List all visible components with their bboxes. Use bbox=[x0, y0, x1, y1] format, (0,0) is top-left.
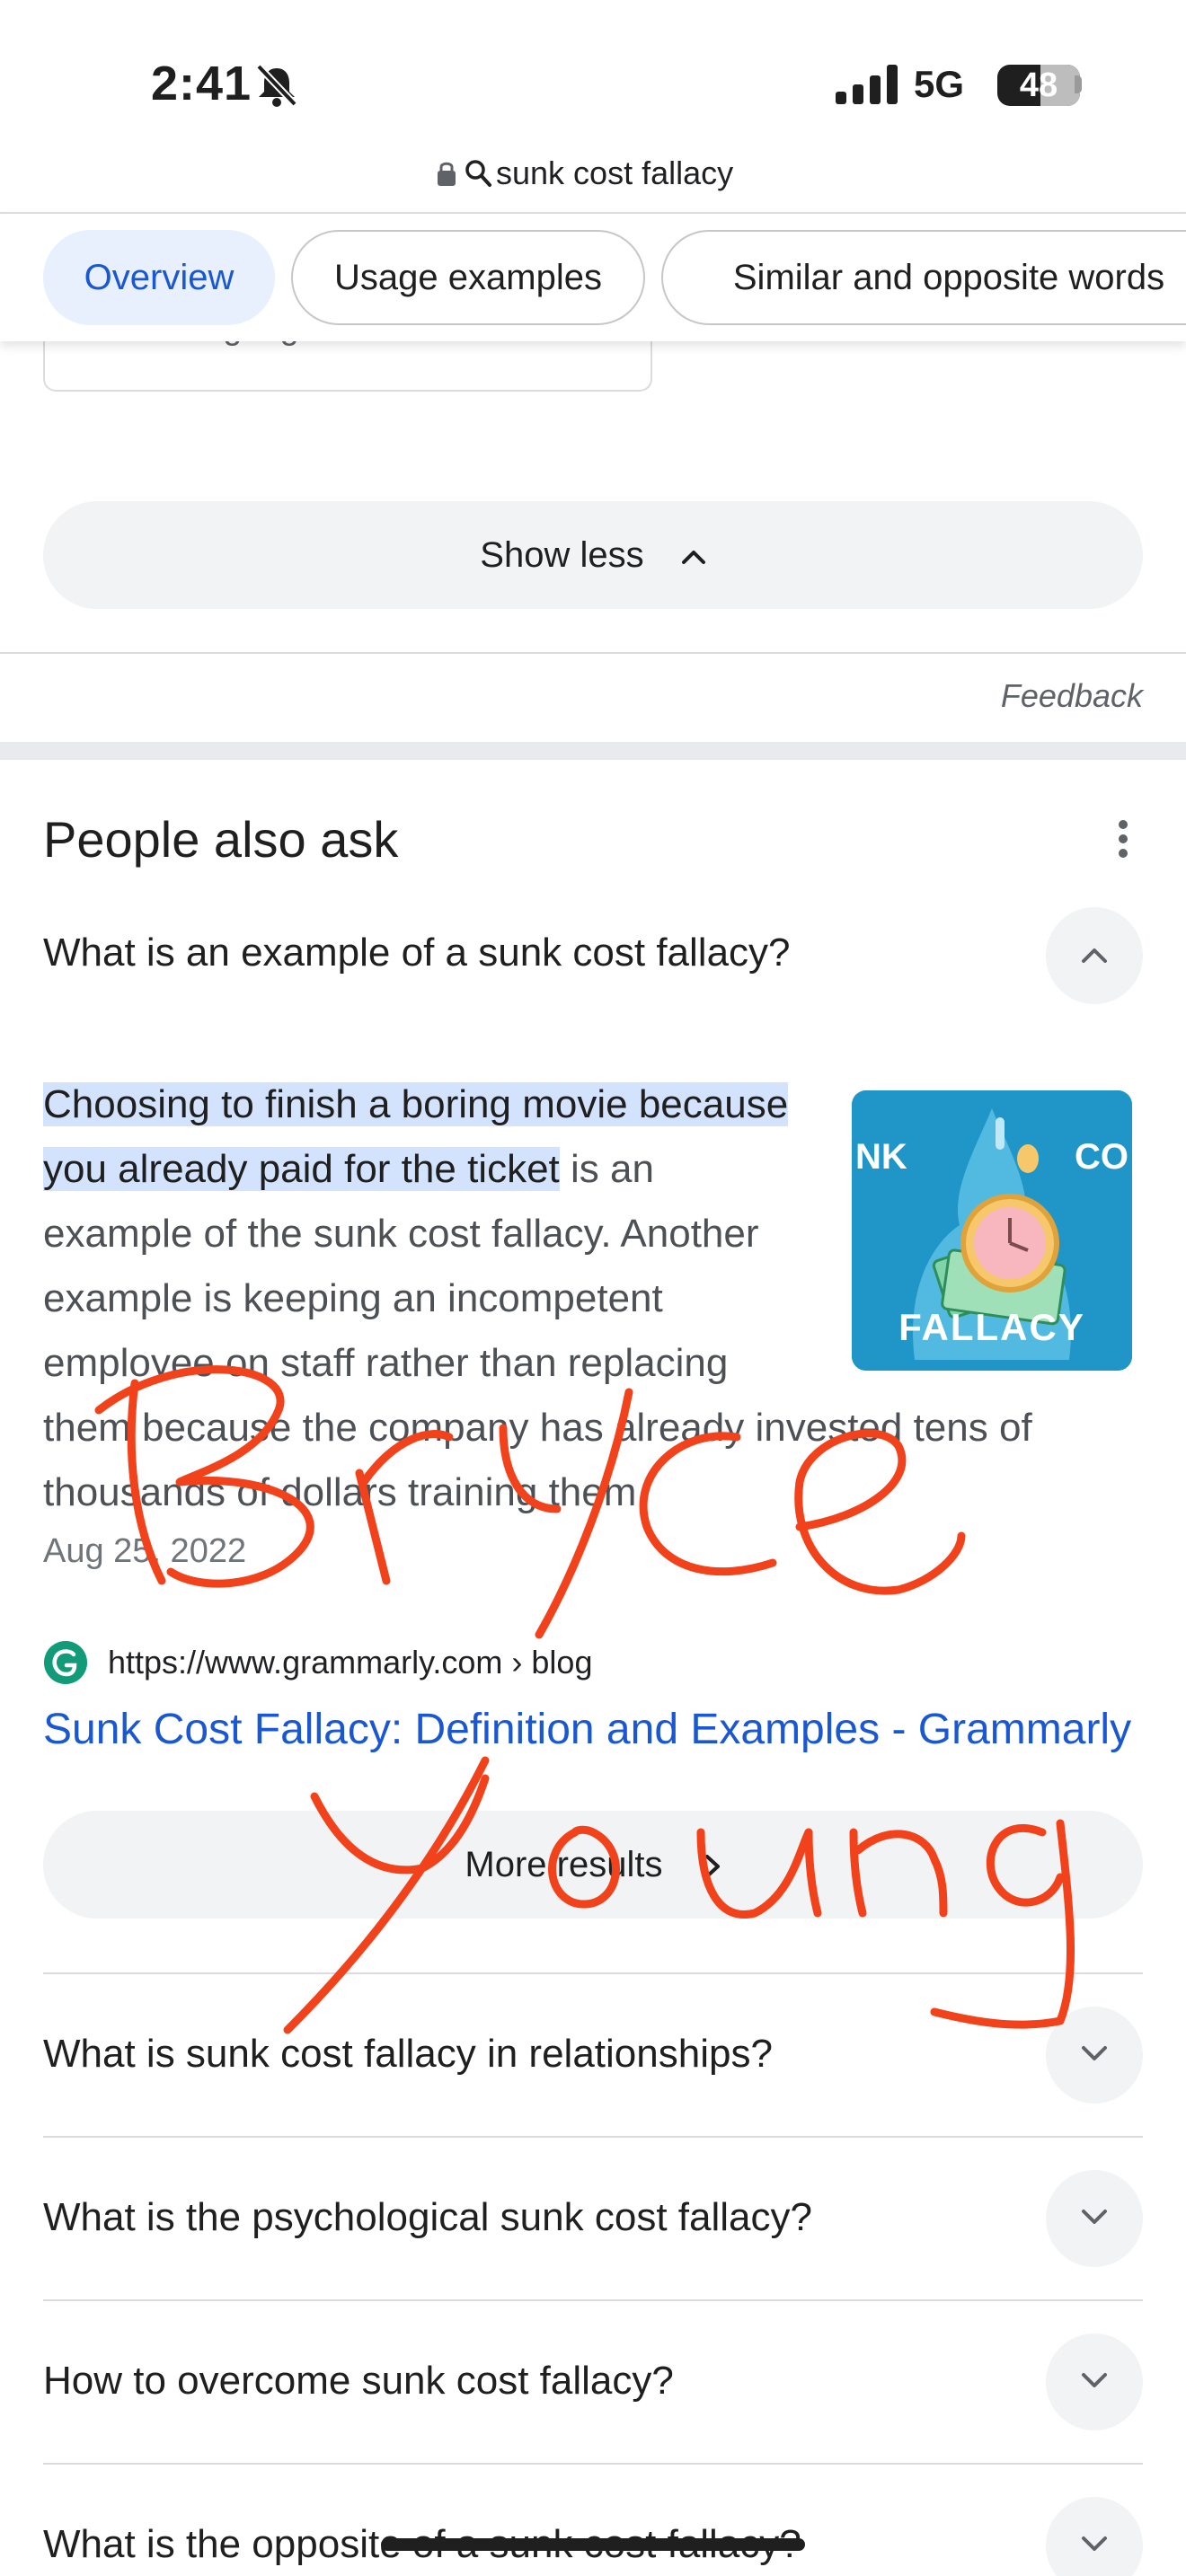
lock-icon bbox=[438, 162, 456, 186]
url-query[interactable]: sunk cost fallacy bbox=[496, 154, 733, 192]
chevron-down-icon bbox=[1082, 2536, 1107, 2551]
answer-date: Aug 25, 2022 bbox=[43, 1532, 247, 1570]
more-results-label: More results bbox=[465, 1845, 663, 1884]
chevron-right-icon bbox=[704, 1855, 720, 1879]
answer-highlight: Choosing to finish a boring movie becaus… bbox=[43, 1082, 789, 1191]
expand-button[interactable] bbox=[1046, 2170, 1143, 2267]
show-less-button[interactable]: Show less bbox=[43, 501, 1143, 609]
people-also-ask-title: People also ask bbox=[43, 811, 399, 868]
question-expanded[interactable]: What is an example of a sunk cost fallac… bbox=[43, 931, 791, 975]
search-icon bbox=[465, 160, 491, 187]
question-divider bbox=[43, 2136, 1143, 2138]
tab-overview[interactable]: Overview bbox=[43, 230, 275, 325]
answer-text: NK CO FALLACY Choosing to finish a borin… bbox=[43, 1072, 1132, 1525]
source-title-link[interactable]: Sunk Cost Fallacy: Definition and Exampl… bbox=[43, 1705, 1131, 1754]
answer-thumbnail[interactable]: NK CO FALLACY bbox=[852, 1090, 1132, 1371]
tab-bar: Overview Usage examples Similar and oppo… bbox=[0, 212, 1186, 341]
question-item[interactable]: How to overcome sunk cost fallacy? bbox=[43, 2359, 674, 2404]
home-indicator[interactable] bbox=[381, 2538, 805, 2551]
chevron-up-icon bbox=[681, 551, 705, 565]
question-divider bbox=[43, 2463, 1143, 2465]
question-divider bbox=[43, 2299, 1143, 2301]
chevron-down-icon bbox=[1082, 2210, 1107, 2224]
show-less-label: Show less bbox=[480, 535, 644, 575]
more-options-icon[interactable] bbox=[1118, 819, 1128, 859]
grammarly-favicon bbox=[44, 1641, 87, 1684]
status-bar: 2:41 5G 48 bbox=[0, 0, 1186, 144]
status-time: 2:41 bbox=[151, 57, 252, 110]
tab-usage-examples[interactable]: Usage examples bbox=[291, 230, 645, 325]
cellular-signal-icon bbox=[836, 65, 898, 104]
feedback-link[interactable]: Feedback bbox=[1001, 677, 1143, 715]
expand-button[interactable] bbox=[1046, 2333, 1143, 2430]
thumbnail-text-left: NK bbox=[855, 1137, 907, 1177]
battery-icon: 48 bbox=[997, 65, 1080, 106]
question-divider bbox=[43, 1972, 1143, 1974]
battery-cap bbox=[1075, 75, 1082, 93]
thumbnail-text-bottom: FALLACY bbox=[898, 1306, 1085, 1348]
section-separator bbox=[0, 742, 1186, 760]
thumbnail-text-right: CO bbox=[1075, 1137, 1128, 1177]
question-item[interactable]: What is sunk cost fallacy in relationshi… bbox=[43, 2032, 773, 2077]
section-divider bbox=[0, 652, 1186, 654]
expand-button[interactable] bbox=[1046, 2497, 1143, 2576]
question-item[interactable]: What is the psychological sunk cost fall… bbox=[43, 2195, 812, 2240]
more-results-button[interactable]: More results bbox=[43, 1811, 1143, 1919]
network-type: 5G bbox=[914, 63, 965, 105]
chevron-down-icon bbox=[1082, 2046, 1107, 2060]
battery-level: 48 bbox=[1019, 66, 1058, 104]
collapse-button[interactable] bbox=[1046, 907, 1143, 1004]
chevron-up-icon bbox=[1082, 948, 1107, 963]
chevron-down-icon bbox=[1082, 2373, 1107, 2387]
tab-similar-opposite-words[interactable]: Similar and opposite words bbox=[661, 230, 1186, 325]
source-url[interactable]: https://www.grammarly.com › blog bbox=[108, 1644, 592, 1681]
expand-button[interactable] bbox=[1046, 2007, 1143, 2104]
bell-muted-icon bbox=[256, 64, 297, 107]
